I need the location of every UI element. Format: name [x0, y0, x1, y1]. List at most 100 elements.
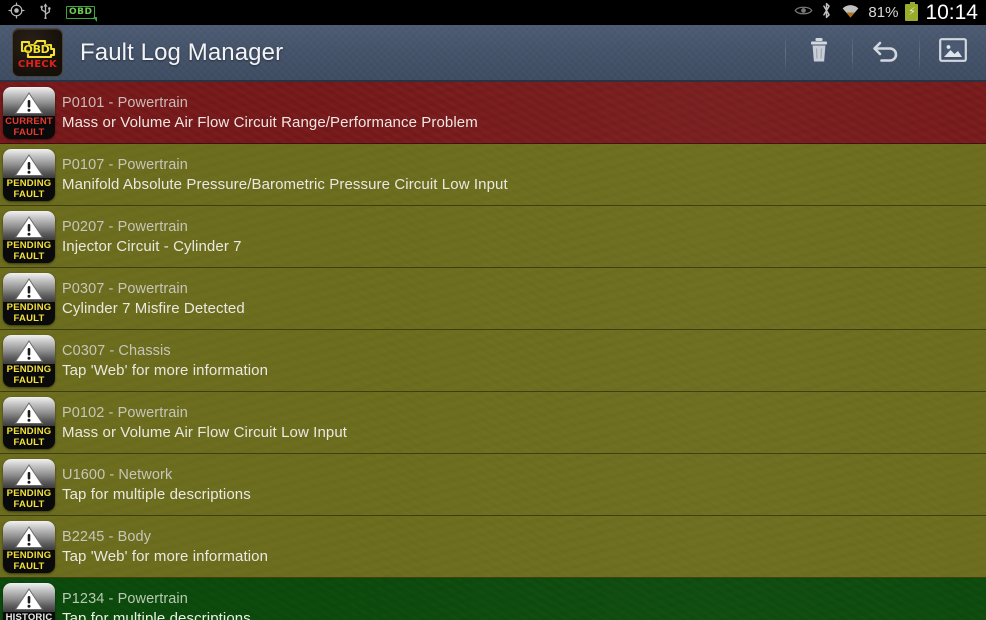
badge-label: HISTORICFAULT [3, 612, 55, 620]
screenshot-button[interactable] [920, 25, 986, 80]
obd-check-logo[interactable]: OBD CHECK [12, 28, 63, 77]
badge-label: PENDING FAULT [3, 364, 55, 387]
badge-top [3, 211, 55, 240]
fault-code: U1600 - Network [62, 466, 173, 483]
fault-row[interactable]: PENDING FAULT P0207 - Powertrain Injector C… [0, 206, 986, 268]
battery-percent-label: 81% [868, 4, 899, 21]
logo-obd-text: OBD [23, 42, 50, 56]
badge-label: PENDING FAULT [3, 488, 55, 511]
delete-button[interactable] [786, 25, 852, 80]
fault-code: C0307 - Chassis [62, 342, 171, 359]
badge-line-2: FAULT [13, 251, 45, 262]
warning-triangle-icon [14, 154, 44, 176]
fault-row[interactable]: PENDING FAULT P0107 - Powertrain Manifold A… [0, 144, 986, 206]
warning-triangle-icon [14, 340, 44, 362]
badge-top [3, 87, 55, 116]
fault-row[interactable]: PENDING FAULT U1600 - Network Tap for multi… [0, 454, 986, 516]
app-root: OBD 81% ⚡ 10:14 OBD CHECK Fault Log Mana… [0, 0, 986, 620]
trash-icon [808, 37, 830, 68]
warning-triangle-icon [14, 588, 44, 610]
badge-top [3, 583, 55, 612]
fault-row-text: C0307 - Chassis Tap 'Web' for more inform… [62, 342, 268, 381]
warning-triangle-icon [14, 464, 44, 486]
fault-row-text: P0107 - Powertrain Manifold Absolute Pres… [62, 156, 508, 195]
badge-line-1: PENDING [6, 364, 52, 375]
warning-triangle-icon [14, 216, 44, 238]
badge-line-2: FAULT [13, 499, 45, 510]
engine-outline-icon: OBD [18, 38, 58, 60]
fault-description: Tap for multiple descriptions [62, 485, 251, 503]
badge-label: PENDING FAULT [3, 426, 55, 449]
badge-line-2: FAULT [13, 437, 45, 448]
fault-code: P0102 - Powertrain [62, 404, 188, 421]
badge-top [3, 273, 55, 302]
fault-description: Mass or Volume Air Flow Circuit Range/Pe… [62, 113, 478, 131]
badge-top [3, 459, 55, 488]
badge-line-1: PENDING [6, 178, 52, 189]
badge-line-2: FAULT [13, 313, 45, 324]
fault-row[interactable]: CURRENT FAULT P0101 - Powertrain Mass or Vo… [0, 82, 986, 144]
gps-location-icon [8, 1, 25, 24]
fault-row[interactable]: PENDING FAULT C0307 - Chassis Tap 'Web' for… [0, 330, 986, 392]
fault-row-text: B2245 - Body Tap 'Web' for more informati… [62, 528, 268, 567]
fault-row[interactable]: PENDING FAULT B2245 - Body Tap 'Web' for mo… [0, 516, 986, 578]
fault-description: Tap for multiple descriptions [62, 609, 251, 620]
badge-line-1: CURRENT [5, 116, 53, 127]
fault-status-badge: PENDING FAULT [3, 273, 55, 325]
warning-triangle-icon [14, 278, 44, 300]
fault-row-text: P0307 - Powertrain Cylinder 7 Misfire Det… [62, 280, 245, 319]
fault-code: B2245 - Body [62, 528, 152, 545]
fault-row[interactable]: PENDING FAULT P0102 - Powertrain Mass or Vo… [0, 392, 986, 454]
badge-label: PENDING FAULT [3, 550, 55, 573]
battery-charging-icon: ⚡ [905, 2, 919, 21]
fault-status-badge: PENDING FAULT [3, 397, 55, 449]
fault-status-badge: PENDING FAULT [3, 335, 55, 387]
fault-description: Tap 'Web' for more information [62, 361, 269, 379]
fault-row[interactable]: PENDING FAULT P0307 - Powertrain Cylinder 7… [0, 268, 986, 330]
badge-line-2: FAULT [13, 127, 45, 138]
badge-line-1: PENDING [6, 488, 52, 499]
fault-code: P0101 - Powertrain [62, 94, 188, 111]
status-bar-right-icons: 81% ⚡ 10:14 [794, 1, 980, 25]
fault-log-list[interactable]: CURRENT FAULT P0101 - Powertrain Mass or Vo… [0, 82, 986, 620]
fault-status-badge: HISTORICFAULT [3, 583, 55, 620]
fault-description: Manifold Absolute Pressure/Barometric Pr… [62, 175, 508, 193]
fault-code: P1234 - Powertrain [62, 590, 188, 607]
page-title: Fault Log Manager [80, 38, 284, 66]
fault-status-badge: PENDING FAULT [3, 211, 55, 263]
badge-line-2: FAULT [13, 189, 45, 200]
badge-line-2: FAULT [13, 375, 45, 386]
badge-line-1: PENDING [6, 426, 52, 437]
badge-top [3, 521, 55, 550]
fault-description: Injector Circuit - Cylinder 7 [62, 237, 242, 255]
fault-status-badge: PENDING FAULT [3, 459, 55, 511]
badge-label: PENDING FAULT [3, 178, 55, 201]
fault-row[interactable]: HISTORICFAULT P1234 - Powertrain Tap for m… [0, 578, 986, 620]
fault-code: P0207 - Powertrain [62, 218, 188, 235]
bluetooth-icon [820, 1, 833, 25]
fault-description: Mass or Volume Air Flow Circuit Low Inpu… [62, 423, 348, 441]
fault-status-badge: PENDING FAULT [3, 149, 55, 201]
undo-arrow-icon [871, 37, 901, 68]
action-bar-buttons [785, 25, 986, 80]
undo-button[interactable] [853, 25, 919, 80]
fault-row-text: P1234 - Powertrain Tap for multiple descr… [62, 590, 251, 620]
eye-icon [794, 4, 813, 22]
badge-line-1: HISTORIC [5, 612, 53, 620]
warning-triangle-icon [14, 92, 44, 114]
badge-top [3, 335, 55, 364]
image-picture-icon [938, 37, 968, 68]
badge-line-2: FAULT [13, 561, 45, 572]
fault-code: P0107 - Powertrain [62, 156, 188, 173]
status-bar-left-icons: OBD [4, 1, 99, 24]
badge-line-1: PENDING [6, 302, 52, 313]
warning-triangle-icon [14, 526, 44, 548]
badge-top [3, 397, 55, 426]
badge-line-1: PENDING [6, 550, 52, 561]
badge-line-1: PENDING [6, 240, 52, 251]
wifi-icon [840, 2, 861, 24]
badge-label: CURRENT FAULT [3, 116, 55, 139]
fault-description: Tap 'Web' for more information [62, 547, 269, 565]
badge-label: PENDING FAULT [3, 240, 55, 263]
badge-top [3, 149, 55, 178]
